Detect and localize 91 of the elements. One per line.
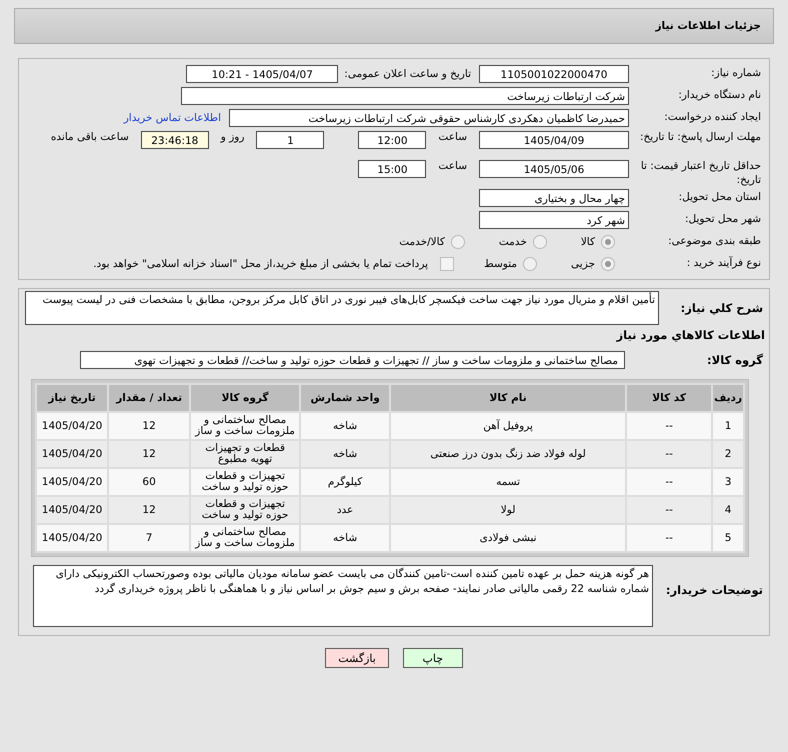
summary-text-area[interactable]: تأمین اقلام و متریال مورد نیاز جهت ساخت فیکسچر کابل‌های فیبر نوری در اتاق کابل مرکز بروجن، مطابق با مشخصات فنی در لیست پیوست xyxy=(25,291,659,326)
table-cell: -- xyxy=(627,469,712,496)
option-label: کالا/خدمت xyxy=(399,236,445,248)
option-label: متوسط xyxy=(484,258,518,270)
table-cell: 1405/04/20 xyxy=(37,413,108,440)
field-label: ساعت باقی مانده xyxy=(50,131,130,143)
field-label: طبقه بندی موضوعی: xyxy=(667,235,762,250)
table-cell: نبشی فولادی xyxy=(391,525,626,552)
table-cell: -- xyxy=(627,441,712,468)
checkbox[interactable] xyxy=(440,257,454,272)
section-title: اطلاعات کالاهاي مورد نیاز xyxy=(615,327,766,344)
table-cell: 4 xyxy=(713,497,743,524)
column-header: نام کالا xyxy=(391,385,626,412)
table-cell: 12 xyxy=(109,413,190,440)
field-label: شهر محل تحویل: xyxy=(684,213,762,228)
field-label: حداقل تاریخ اعتبار قیمت: تا تاریخ: xyxy=(640,160,762,188)
table-cell: تجهیزات و قطعات حوزه تولید و ساخت xyxy=(191,469,300,496)
buyer-field: شرکت ارتباطات زیرساخت xyxy=(181,87,629,105)
table-cell: 3 xyxy=(713,469,743,496)
table-cell: تسمه xyxy=(391,469,626,496)
radio-button[interactable] xyxy=(601,257,615,272)
option-label: خدمت xyxy=(498,236,527,248)
table-cell: 12 xyxy=(109,441,190,468)
table-cell: عدد xyxy=(301,497,390,524)
field-label: مهلت ارسال پاسخ: تا تاریخ: xyxy=(638,131,762,145)
field-label: شرح کلي نیاز: xyxy=(680,300,764,316)
table-cell: پروفیل آهن xyxy=(391,413,626,440)
option-label: پرداخت تمام یا بخشی از مبلغ خرید،از محل "اسناد خزانه اسلامی" خواهد بود. xyxy=(93,258,428,270)
field-label: نوع فرآیند خرید : xyxy=(686,257,762,272)
column-header: تاریخ نیاز xyxy=(37,385,108,412)
field-label: ساعت xyxy=(437,160,468,172)
creator-field: حمیدرضا کاظمیان دهکردی کارشناس حقوقی شرکت ارتباطات زیرساخت xyxy=(229,109,629,127)
field-label: ایجاد کننده درخواست: xyxy=(663,111,762,125)
field-label: نام دستگاه خریدار: xyxy=(677,89,762,103)
column-header: واحد شمارش xyxy=(301,385,390,412)
field-label: گروه کالا: xyxy=(706,353,764,368)
table-cell: تجهیزات و قطعات حوزه تولید و ساخت xyxy=(191,497,300,524)
table-cell: لولا xyxy=(391,497,626,524)
table-cell: شاخه xyxy=(301,441,390,468)
time-field: 12:00 xyxy=(358,131,426,149)
table-cell: 1405/04/20 xyxy=(37,441,108,468)
field-label: توضیحات خریدار: xyxy=(664,582,764,598)
table-cell: 1 xyxy=(713,413,743,440)
table-cell: 1405/04/20 xyxy=(37,469,108,496)
table-cell: قطعات و تجهیزات تهویه مطبوع xyxy=(191,441,300,468)
table-cell: شاخه xyxy=(301,525,390,552)
option-label: جزیی xyxy=(571,258,595,270)
page-title: جزئیات اطلاعات نیاز xyxy=(656,20,761,32)
date-field: 1405/05/06 xyxy=(479,160,629,178)
table-cell: کیلوگرم xyxy=(301,469,390,496)
field-label: روز و xyxy=(219,131,246,143)
field-label: ساعت xyxy=(437,131,468,143)
city-field: شهر کرد xyxy=(479,211,629,230)
radio-button[interactable] xyxy=(532,235,547,250)
radio-button[interactable] xyxy=(601,235,615,250)
option-label: کالا xyxy=(580,236,595,248)
column-header: ردیف xyxy=(713,385,743,412)
remaining-time-field: 23:46:18 xyxy=(140,131,209,149)
radio-button[interactable] xyxy=(523,257,538,272)
table-cell: 1405/04/20 xyxy=(37,525,108,552)
table-cell: -- xyxy=(627,413,712,440)
table-cell: 7 xyxy=(109,525,190,552)
contact-link[interactable]: اطلاعات تماس خریدار xyxy=(124,112,221,124)
table-cell: 1405/04/20 xyxy=(37,497,108,524)
radio-button[interactable] xyxy=(450,235,465,250)
back-button[interactable]: بازگشت xyxy=(325,648,389,668)
notes-text-area[interactable]: هر گونه هزینه حمل بر عهده تامین کننده است-تامین کنندگان می بایست عضو سامانه مودیان مالیاتی بوده وصورتحساب الکترونیکی دارای شماره شناسه 22 رقمی مالیاتی صادر نمایند- صفحه برش و سیم جوش بر اساس نیاز و با هماهنگی با ناظر پروژه خریداری گردد xyxy=(33,565,653,628)
table-cell: 60 xyxy=(109,469,190,496)
field-label: شماره نیاز: xyxy=(710,67,762,81)
table-cell: مصالح ساختمانی و ملزومات ساخت و ساز xyxy=(191,525,300,552)
need-number-field: 1105001022000470 xyxy=(479,65,629,83)
table-cell: شاخه xyxy=(301,413,390,440)
table-cell: -- xyxy=(627,497,712,524)
table-cell: 2 xyxy=(713,441,743,468)
table-cell: لوله فولاد ضد زنگ بدون درز صنعتی xyxy=(391,441,626,468)
announce-date-field: 1405/04/07 - 10:21 xyxy=(186,65,338,83)
column-header: کد کالا xyxy=(627,385,712,412)
print-button[interactable]: چاپ xyxy=(402,648,463,668)
province-field: چهار محال و بختیاری xyxy=(479,189,629,208)
days-field: 1 xyxy=(256,131,324,149)
field-label: تاریخ و ساعت اعلان عمومی: xyxy=(343,68,472,80)
date-field: 1405/04/09 xyxy=(479,131,629,149)
goods-group-field: مصالح ساختمانی و ملزومات ساخت و ساز // تجهیزات و قطعات حوزه تولید و ساخت// قطعات و تجهیزات تهوی xyxy=(80,351,625,370)
column-header: تعداد / مقدار xyxy=(109,385,190,412)
field-label: استان محل تحویل: xyxy=(678,191,762,206)
column-header: گروه کالا xyxy=(191,385,300,412)
table-cell: 12 xyxy=(109,497,190,524)
table-cell: مصالح ساختمانی و ملزومات ساخت و ساز xyxy=(191,413,300,440)
table-cell: 5 xyxy=(713,525,743,552)
time-field: 15:00 xyxy=(358,160,426,178)
table-cell: -- xyxy=(627,525,712,552)
